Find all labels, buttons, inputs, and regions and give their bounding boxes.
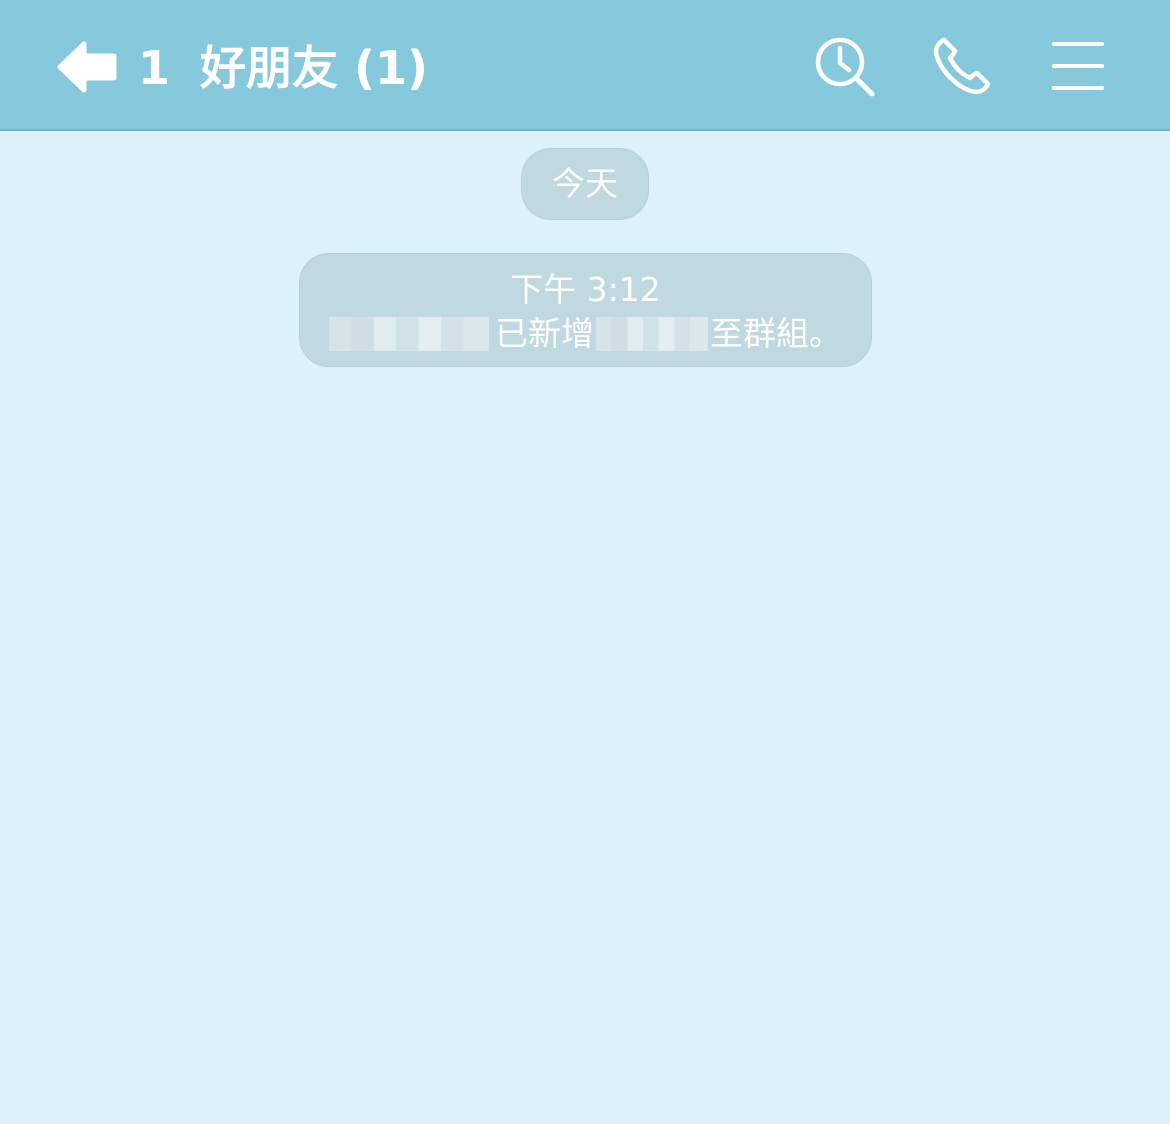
back-button[interactable] [52, 36, 124, 98]
redacted-invitee-name [596, 317, 708, 351]
search-history-icon [815, 37, 875, 97]
chat-screen: 1 好朋友 (1) 今天 下午 3:12 已新增 至群組。 [0, 0, 1170, 1124]
menu-icon [1052, 42, 1104, 90]
chat-title: 好朋友 (1) [200, 41, 429, 95]
to-group-text: 至群組。 [710, 314, 842, 353]
unread-count: 1 [138, 41, 171, 95]
redacted-inviter-name [329, 317, 489, 351]
added-text: 已新增 [495, 314, 594, 353]
date-separator: 今天 [521, 148, 649, 220]
system-message: 下午 3:12 已新增 至群組。 [299, 253, 872, 367]
system-message-time: 下午 3:12 [510, 270, 661, 309]
back-arrow-icon [57, 41, 117, 93]
search-history-button[interactable] [812, 34, 876, 98]
call-button[interactable] [930, 34, 994, 98]
chat-header: 1 好朋友 (1) [0, 0, 1170, 131]
menu-button[interactable] [1046, 34, 1110, 98]
phone-icon [933, 37, 991, 95]
system-message-text: 已新增 至群組。 [300, 312, 871, 356]
